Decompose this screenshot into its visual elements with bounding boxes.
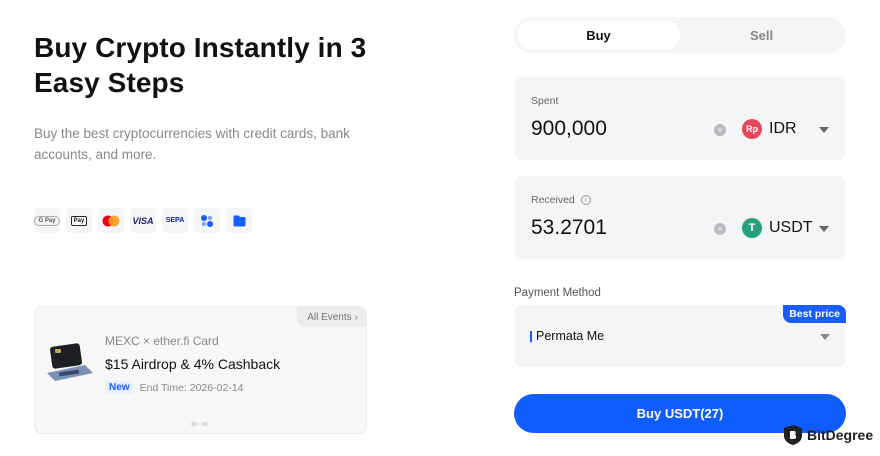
selected-indicator bbox=[530, 331, 532, 342]
event-end-time: End Time: 2026-02-14 bbox=[139, 381, 244, 394]
carousel-dots[interactable] bbox=[191, 422, 208, 426]
spent-field[interactable]: Spent 900,000 × Rp IDR bbox=[514, 77, 846, 160]
page-title: Buy Crypto Instantly in 3 Easy Steps bbox=[34, 32, 367, 98]
received-currency-code: USDT bbox=[769, 219, 813, 236]
event-meta: New End Time: 2026-02-14 bbox=[105, 381, 243, 394]
bitdegree-watermark: BitDegree bbox=[783, 424, 873, 446]
bitdegree-logo-icon bbox=[784, 425, 802, 445]
tab-sell[interactable]: Sell bbox=[680, 20, 843, 50]
spent-currency-selector[interactable]: Rp IDR bbox=[742, 119, 797, 139]
received-currency-selector[interactable]: T USDT bbox=[742, 218, 813, 238]
clear-icon[interactable]: × bbox=[714, 223, 726, 235]
payment-method-icons: G Pay Pay VISA SEPA bbox=[34, 208, 252, 233]
spent-currency-code: IDR bbox=[769, 120, 797, 137]
visa-icon: VISA bbox=[130, 208, 156, 233]
best-price-badge: Best price bbox=[783, 305, 846, 323]
circle-dots-icon bbox=[194, 208, 220, 233]
received-label: Received bbox=[531, 194, 575, 206]
card-illustration-icon bbox=[47, 343, 93, 381]
spent-label: Spent bbox=[531, 95, 559, 107]
wallet-card-icon bbox=[226, 208, 252, 233]
chevron-down-icon[interactable] bbox=[820, 334, 830, 340]
payment-method-name: Permata Me bbox=[536, 329, 605, 343]
sepa-icon: SEPA bbox=[162, 208, 188, 233]
info-icon[interactable]: i bbox=[580, 195, 591, 205]
event-title: $15 Airdrop & 4% Cashback bbox=[105, 356, 281, 372]
buy-sell-tabs: Buy Sell bbox=[514, 17, 846, 53]
event-partner-text: MEXC × ether.fi Card bbox=[105, 334, 219, 348]
received-label-row: Received i bbox=[531, 194, 591, 206]
chevron-down-icon[interactable] bbox=[819, 226, 829, 232]
google-pay-icon: G Pay bbox=[34, 208, 60, 233]
chevron-right-icon: › bbox=[354, 311, 358, 323]
mastercard-icon bbox=[98, 208, 124, 233]
chevron-down-icon[interactable] bbox=[819, 127, 829, 133]
spent-amount-input[interactable]: 900,000 bbox=[531, 117, 607, 141]
bitdegree-text: BitDegree bbox=[807, 427, 874, 443]
event-banner[interactable]: All Events › MEXC × ether.fi Card $15 Ai… bbox=[34, 306, 367, 434]
received-amount-input[interactable]: 53.2701 bbox=[531, 216, 607, 240]
payment-method-select[interactable]: Best price Permata Me bbox=[514, 305, 846, 367]
clear-icon[interactable]: × bbox=[714, 124, 726, 136]
apple-pay-icon: Pay bbox=[66, 208, 92, 233]
payment-method-label: Payment Method bbox=[514, 287, 601, 299]
carousel-dot[interactable] bbox=[191, 422, 197, 426]
all-events-link[interactable]: All Events › bbox=[297, 307, 366, 327]
carousel-dot[interactable] bbox=[202, 422, 208, 426]
idr-currency-icon: Rp bbox=[742, 119, 762, 139]
usdt-currency-icon: T bbox=[742, 218, 762, 238]
tab-buy[interactable]: Buy bbox=[517, 20, 680, 50]
new-badge: New bbox=[105, 381, 134, 394]
page-subtitle: Buy the best cryptocurrencies with credi… bbox=[34, 126, 350, 162]
received-field[interactable]: Received i 53.2701 × T USDT bbox=[514, 176, 846, 259]
